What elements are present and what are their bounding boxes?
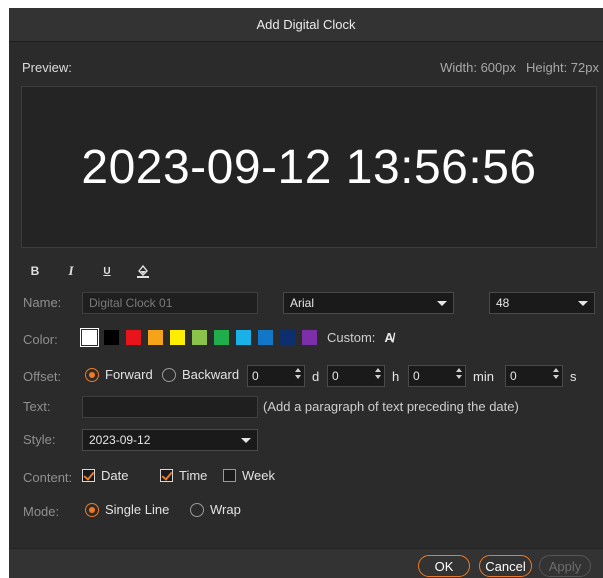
color-swatch[interactable] <box>236 330 251 345</box>
hours-value: 0 <box>332 369 339 383</box>
preview-width: Width: 600px <box>440 60 516 75</box>
font-select-value: Arial <box>290 296 315 310</box>
color-swatches: Custom: A̸ <box>80 328 394 347</box>
color-swatch[interactable] <box>214 330 229 345</box>
date-style-value: 2023-09-12 <box>89 433 151 447</box>
wrap-label: Wrap <box>210 502 241 517</box>
single-line-label: Single Line <box>105 502 170 517</box>
forward-label: Forward <box>105 367 153 382</box>
text-row: Text: (Add a paragraph of text preceding… <box>9 395 603 419</box>
color-swatch[interactable] <box>258 330 273 345</box>
checkbox-checked-icon <box>160 469 173 482</box>
days-unit: d <box>312 369 320 384</box>
radio-empty-icon <box>162 367 176 382</box>
format-toolbar: B I U <box>28 263 150 279</box>
checkbox-empty-icon <box>223 469 236 482</box>
preview-height: Height: 72px <box>526 60 599 75</box>
color-swatch[interactable] <box>148 330 163 345</box>
text-color-picker-icon[interactable]: A̸ <box>384 330 393 345</box>
dialog-footer: OK Cancel Apply <box>9 548 603 578</box>
date-checkbox[interactable]: Date <box>82 468 128 483</box>
color-swatch[interactable] <box>170 330 185 345</box>
font-size-select[interactable]: 48 <box>489 292 595 314</box>
add-digital-clock-dialog: Add Digital Clock Preview: Width: 600px … <box>9 8 603 578</box>
week-checkbox[interactable]: Week <box>223 468 275 483</box>
fill-color-icon[interactable] <box>136 263 150 279</box>
radio-empty-icon <box>190 502 204 517</box>
color-swatch[interactable] <box>126 330 141 345</box>
seconds-unit: s <box>570 369 577 384</box>
content-row: Content: Date Time Week <box>9 466 603 490</box>
seconds-value: 0 <box>510 369 517 383</box>
ok-button[interactable]: OK <box>418 555 470 577</box>
stepper-arrows-icon[interactable] <box>553 368 559 379</box>
radio-selected-icon <box>85 367 99 382</box>
offset-row: Offset: Forward Backward 0 d 0 h 0 min 0… <box>9 365 603 389</box>
dialog-title: Add Digital Clock <box>256 17 356 32</box>
style-label: Style: <box>23 432 56 447</box>
name-input[interactable]: Digital Clock 01 <box>82 292 258 314</box>
color-label: Color: <box>23 332 58 347</box>
single-line-radio[interactable]: Single Line <box>85 502 169 517</box>
date-style-select[interactable]: 2023-09-12 <box>82 429 258 451</box>
text-hint: (Add a paragraph of text preceding the d… <box>263 399 519 414</box>
preview-label: Preview: <box>22 60 72 75</box>
forward-radio[interactable]: Forward <box>85 367 153 382</box>
color-row: Color: Custom: A̸ <box>9 328 603 352</box>
text-label: Text: <box>23 399 51 414</box>
minutes-unit: min <box>473 369 494 384</box>
color-swatch[interactable] <box>80 328 99 347</box>
font-size-value: 48 <box>496 296 510 310</box>
time-checkbox-label: Time <box>179 468 208 483</box>
minutes-stepper[interactable]: 0 <box>408 365 466 387</box>
underline-button[interactable]: U <box>100 263 114 279</box>
content-label: Content: <box>23 470 73 485</box>
preview-dimensions: Width: 600px Height: 72px <box>440 60 599 75</box>
time-checkbox[interactable]: Time <box>160 468 207 483</box>
clock-preview: 2023-09-12 13:56:56 <box>21 86 597 248</box>
days-value: 0 <box>252 369 259 383</box>
name-label: Name: <box>23 295 62 310</box>
prefix-text-input[interactable] <box>82 396 258 418</box>
font-select[interactable]: Arial <box>283 292 454 314</box>
minutes-value: 0 <box>413 369 420 383</box>
color-swatch[interactable] <box>302 330 317 345</box>
offset-label: Offset: <box>23 369 62 384</box>
hours-stepper[interactable]: 0 <box>327 365 385 387</box>
seconds-stepper[interactable]: 0 <box>505 365 563 387</box>
chevron-down-icon <box>241 438 251 443</box>
backward-label: Backward <box>182 367 240 382</box>
radio-selected-icon <box>85 502 99 517</box>
mode-row: Mode: Single Line Wrap <box>9 500 603 524</box>
dialog-titlebar: Add Digital Clock <box>9 8 603 42</box>
clock-preview-text: 2023-09-12 13:56:56 <box>81 140 537 194</box>
style-row: Style: 2023-09-12 <box>9 428 603 452</box>
color-swatch[interactable] <box>104 330 119 345</box>
custom-color-label: Custom: <box>327 330 376 345</box>
checkbox-checked-icon <box>82 469 95 482</box>
hours-unit: h <box>392 369 400 384</box>
chevron-down-icon <box>437 301 447 306</box>
italic-button[interactable]: I <box>64 263 78 279</box>
week-checkbox-label: Week <box>242 468 275 483</box>
stepper-arrows-icon[interactable] <box>456 368 462 379</box>
days-stepper[interactable]: 0 <box>247 365 305 387</box>
stepper-arrows-icon[interactable] <box>375 368 381 379</box>
wrap-radio[interactable]: Wrap <box>190 502 241 517</box>
chevron-down-icon <box>578 301 588 306</box>
name-row: Name: Digital Clock 01 Arial 48 <box>9 291 603 315</box>
stepper-arrows-icon[interactable] <box>295 368 301 379</box>
color-swatch[interactable] <box>280 330 295 345</box>
cancel-button[interactable]: Cancel <box>479 555 532 577</box>
mode-label: Mode: <box>23 504 60 519</box>
apply-button[interactable]: Apply <box>539 555 591 577</box>
color-swatch[interactable] <box>192 330 207 345</box>
backward-radio[interactable]: Backward <box>162 367 239 382</box>
bold-button[interactable]: B <box>28 263 42 279</box>
date-checkbox-label: Date <box>101 468 129 483</box>
